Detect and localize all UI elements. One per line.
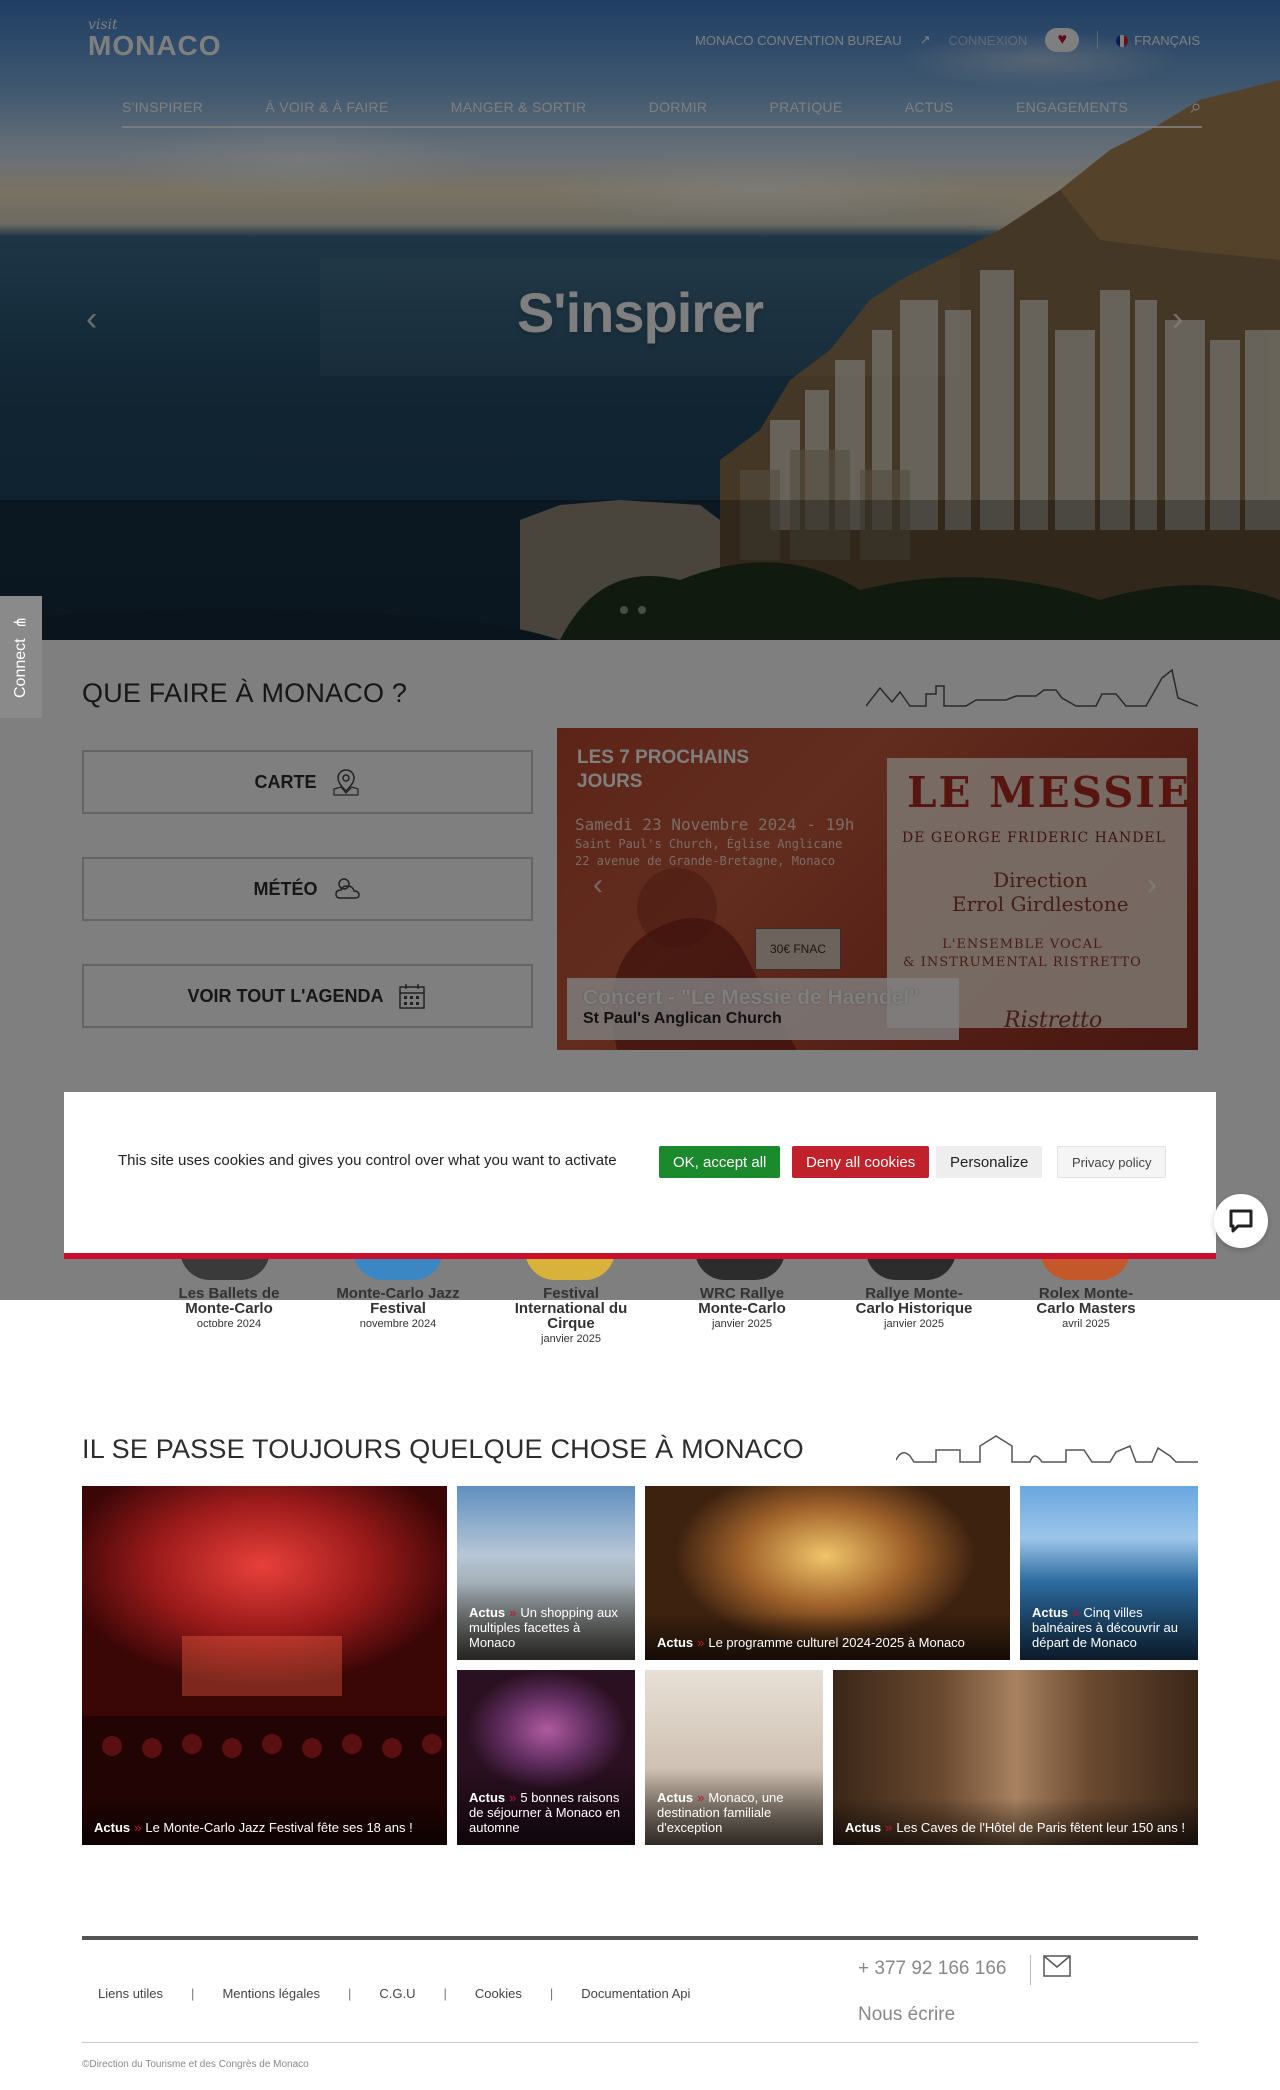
news-caption: Actus» Monaco, une destination familiale …: [645, 1768, 823, 1845]
connect-tab[interactable]: Connect ⋔: [0, 596, 42, 718]
news-tag: Actus: [657, 1635, 694, 1650]
event-date: janvier 2025: [712, 1318, 772, 1330]
news-tile[interactable]: Actus» Monaco, une destination familiale …: [645, 1670, 823, 1845]
separator: |: [191, 1986, 195, 2001]
news-tile[interactable]: Actus» Le Monte-Carlo Jazz Festival fête …: [82, 1486, 447, 1845]
news-tile[interactable]: Actus» 5 bonnes raisons de séjourner à Mo…: [457, 1670, 635, 1845]
footer-link-cookies[interactable]: Cookies: [475, 1986, 522, 2001]
news-tag: Actus: [1032, 1605, 1069, 1620]
event-name: Les Ballets de Monte-Carlo: [178, 1285, 280, 1317]
cookie-message: This site uses cookies and gives you con…: [118, 1152, 617, 1169]
accept-cookies-button[interactable]: OK, accept all: [659, 1146, 781, 1178]
envelope-icon: [1043, 1955, 1071, 1977]
news-tag: Actus: [657, 1790, 694, 1805]
privacy-policy-button[interactable]: Privacy policy: [1057, 1146, 1167, 1178]
news-title: IL SE PASSE TOUJOURS QUELQUE CHOSE À MON…: [82, 1434, 804, 1464]
connect-tab-label: Connect: [12, 638, 29, 699]
event-date: janvier 2025: [541, 1333, 601, 1345]
skyline-illustration-icon: [896, 1435, 1198, 1463]
news-tile[interactable]: Actus» Un shopping aux multiples facettes…: [457, 1486, 635, 1660]
footer-link-liens-utiles[interactable]: Liens utiles: [98, 1986, 163, 2001]
event-date: janvier 2025: [884, 1318, 944, 1330]
copyright: ©Direction du Tourisme et des Congrès de…: [82, 2059, 309, 2070]
news-text: Le Monte-Carlo Jazz Festival fête ses 18…: [145, 1820, 413, 1835]
event-item[interactable]: WRC Rallye Monte-Carlo janvier 2025: [677, 1286, 807, 1330]
news-caption: Actus» Les Caves de l'Hôtel de Paris fête…: [833, 1798, 1198, 1845]
news-tag: Actus: [469, 1605, 506, 1620]
news-caption: Actus» Le Monte-Carlo Jazz Festival fête …: [82, 1798, 447, 1845]
footer-link-documentation-api[interactable]: Documentation Api: [581, 1986, 690, 2001]
event-item[interactable]: Les Ballets de Monte-Carlo octobre 2024: [164, 1286, 294, 1330]
footer-links: Liens utiles | Mentions légales | C.G.U …: [98, 1986, 690, 2001]
personalize-cookies-button[interactable]: Personalize: [936, 1146, 1043, 1178]
news-tag: Actus: [94, 1820, 131, 1835]
news-caption: Actus» 5 bonnes raisons de séjourner à Mo…: [457, 1768, 635, 1845]
news-caption: Actus» Le programme culturel 2024-2025 à …: [645, 1613, 1010, 1660]
footer-link-cgu[interactable]: C.G.U: [379, 1986, 415, 2001]
news-caption: Actus» Un shopping aux multiples facettes…: [457, 1583, 635, 1660]
footer-divider: [82, 2042, 1198, 2043]
news-text: Le programme culturel 2024-2025 à Monaco: [708, 1635, 965, 1650]
mail-icon[interactable]: [1030, 1955, 1071, 1985]
separator: |: [348, 1986, 352, 2001]
news-caption: Actus» Cinq villes balnéaires à découvrir…: [1020, 1583, 1198, 1660]
event-date: avril 2025: [1062, 1318, 1110, 1330]
news-tag: Actus: [845, 1820, 882, 1835]
share-icon: ⋔: [12, 615, 30, 629]
news-text: Les Caves de l'Hôtel de Paris fêtent leu…: [896, 1820, 1186, 1835]
event-item[interactable]: Rallye Monte-Carlo Historique janvier 20…: [849, 1286, 979, 1330]
chat-bubble-icon: [1229, 1209, 1253, 1233]
footer-divider: [82, 1936, 1198, 1940]
event-item[interactable]: Monte-Carlo Jazz Festival novembre 2024: [333, 1286, 463, 1330]
event-name: Monte-Carlo Jazz Festival: [336, 1285, 460, 1317]
events-carousel: Les Ballets de Monte-Carlo octobre 2024 …: [160, 1250, 1160, 1360]
chat-icon[interactable]: [1214, 1194, 1268, 1248]
event-item[interactable]: Festival International du Cirque janvier…: [506, 1286, 636, 1345]
event-item[interactable]: Rolex Monte-Carlo Masters avril 2025: [1021, 1286, 1151, 1330]
news-image: [82, 1636, 447, 1845]
event-date: novembre 2024: [359, 1318, 437, 1330]
footer-link-mentions-legales[interactable]: Mentions légales: [222, 1986, 320, 2001]
news-tile[interactable]: Actus» Les Caves de l'Hôtel de Paris fête…: [833, 1670, 1198, 1845]
separator: |: [549, 1986, 554, 2001]
separator: |: [443, 1986, 447, 2001]
event-name: WRC Rallye Monte-Carlo: [698, 1285, 786, 1317]
event-name: Festival International du Cirque: [514, 1285, 628, 1332]
cookie-banner: This site uses cookies and gives you con…: [64, 1092, 1216, 1259]
write-us-link[interactable]: Nous écrire: [858, 2004, 955, 2026]
news-tile[interactable]: Actus» Le programme culturel 2024-2025 à …: [645, 1486, 1010, 1660]
news-tag: Actus: [469, 1790, 506, 1805]
event-name: Rolex Monte-Carlo Masters: [1036, 1285, 1136, 1317]
footer-phone[interactable]: + 377 92 166 166: [858, 1958, 1006, 1980]
deny-cookies-button[interactable]: Deny all cookies: [792, 1146, 930, 1178]
event-date: octobre 2024: [196, 1318, 262, 1330]
news-tile[interactable]: Actus» Cinq villes balnéaires à découvrir…: [1020, 1486, 1198, 1660]
event-name: Rallye Monte-Carlo Historique: [855, 1285, 973, 1317]
